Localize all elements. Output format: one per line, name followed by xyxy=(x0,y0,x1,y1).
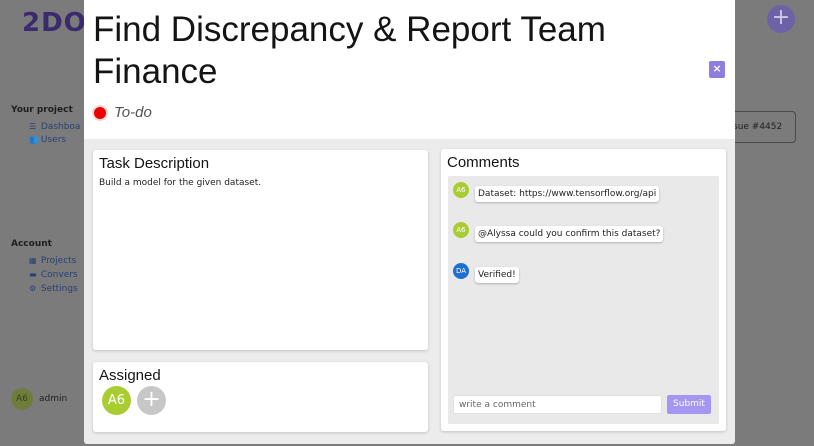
task-modal: Find Discrepancy & Report Team Finance ×… xyxy=(84,0,735,444)
sidebar-item-label: Users xyxy=(40,135,67,145)
comment-text: Dataset: https://www.tensorflow.org/api xyxy=(475,186,660,202)
users-icon: 👥 xyxy=(29,135,39,144)
assigned-heading: Assigned xyxy=(99,367,161,384)
avatar: A6 xyxy=(11,388,33,410)
chat-icon: ▬ xyxy=(29,270,37,279)
comment-input[interactable] xyxy=(453,395,662,414)
comment-item: A6 @Alyssa could you confirm this datase… xyxy=(453,222,664,242)
comment-item: A6 Dataset: https://www.tensorflow.org/a… xyxy=(453,182,660,202)
comments-card: Comments A6 Dataset: https://www.tensorf… xyxy=(441,149,726,431)
status-indicator: To-do xyxy=(94,104,152,121)
comment-item: DA Verified! xyxy=(453,263,519,283)
status-label: To-do xyxy=(114,104,152,121)
table-icon: ▦ xyxy=(29,256,37,265)
modal-title: Find Discrepancy & Report Team Finance xyxy=(93,10,606,91)
avatar: A6 xyxy=(453,222,469,238)
comment-text: @Alyssa could you confirm this dataset? xyxy=(475,226,664,242)
close-button[interactable]: × xyxy=(709,61,725,78)
comments-list[interactable]: A6 Dataset: https://www.tensorflow.org/a… xyxy=(448,176,719,424)
user-profile[interactable]: A6 admin xyxy=(11,388,67,410)
avatar: A6 xyxy=(453,182,469,198)
close-icon: × xyxy=(712,62,722,75)
sidebar-item-dashboard[interactable]: ☰ Dashboa xyxy=(29,122,80,132)
comment-text: Verified! xyxy=(475,267,519,283)
task-description-card: Task Description Build a model for the g… xyxy=(93,150,428,350)
sidebar-item-label: Convers xyxy=(40,270,78,280)
task-description-text: Build a model for the given dataset. xyxy=(99,178,262,188)
assigned-card: Assigned A6 + xyxy=(93,362,428,432)
sidebar-item-label: Settings xyxy=(40,284,78,294)
modal-header: Find Discrepancy & Report Team Finance ×… xyxy=(84,0,735,139)
assignee-list: A6 + xyxy=(102,386,422,415)
task-description-heading: Task Description xyxy=(99,155,210,172)
plus-icon[interactable]: + xyxy=(767,5,795,33)
sidebar-item-settings[interactable]: ⚙ Settings xyxy=(29,284,78,294)
account-heading: Account xyxy=(11,239,52,249)
list-icon: ☰ xyxy=(29,122,37,131)
sidebar-item-users[interactable]: 👥 Users xyxy=(29,135,66,145)
app-logo: 2DO xyxy=(22,8,87,38)
submit-button[interactable]: Submit xyxy=(667,395,711,414)
user-name: admin xyxy=(39,394,68,404)
status-dot-icon xyxy=(94,106,106,119)
sidebar-item-conversations[interactable]: ▬ Convers xyxy=(29,270,78,280)
plus-icon: + xyxy=(142,387,161,412)
sidebar-item-label: Dashboa xyxy=(40,122,81,132)
avatar[interactable]: A6 xyxy=(102,386,131,415)
gear-icon: ⚙ xyxy=(29,284,37,293)
avatar: DA xyxy=(453,263,469,279)
add-assignee-button[interactable]: + xyxy=(137,386,166,415)
sidebar-item-projects[interactable]: ▦ Projects xyxy=(29,256,76,266)
your-project-heading: Your project xyxy=(11,105,73,115)
comments-heading: Comments xyxy=(447,154,520,171)
sidebar-item-label: Projects xyxy=(40,256,77,266)
